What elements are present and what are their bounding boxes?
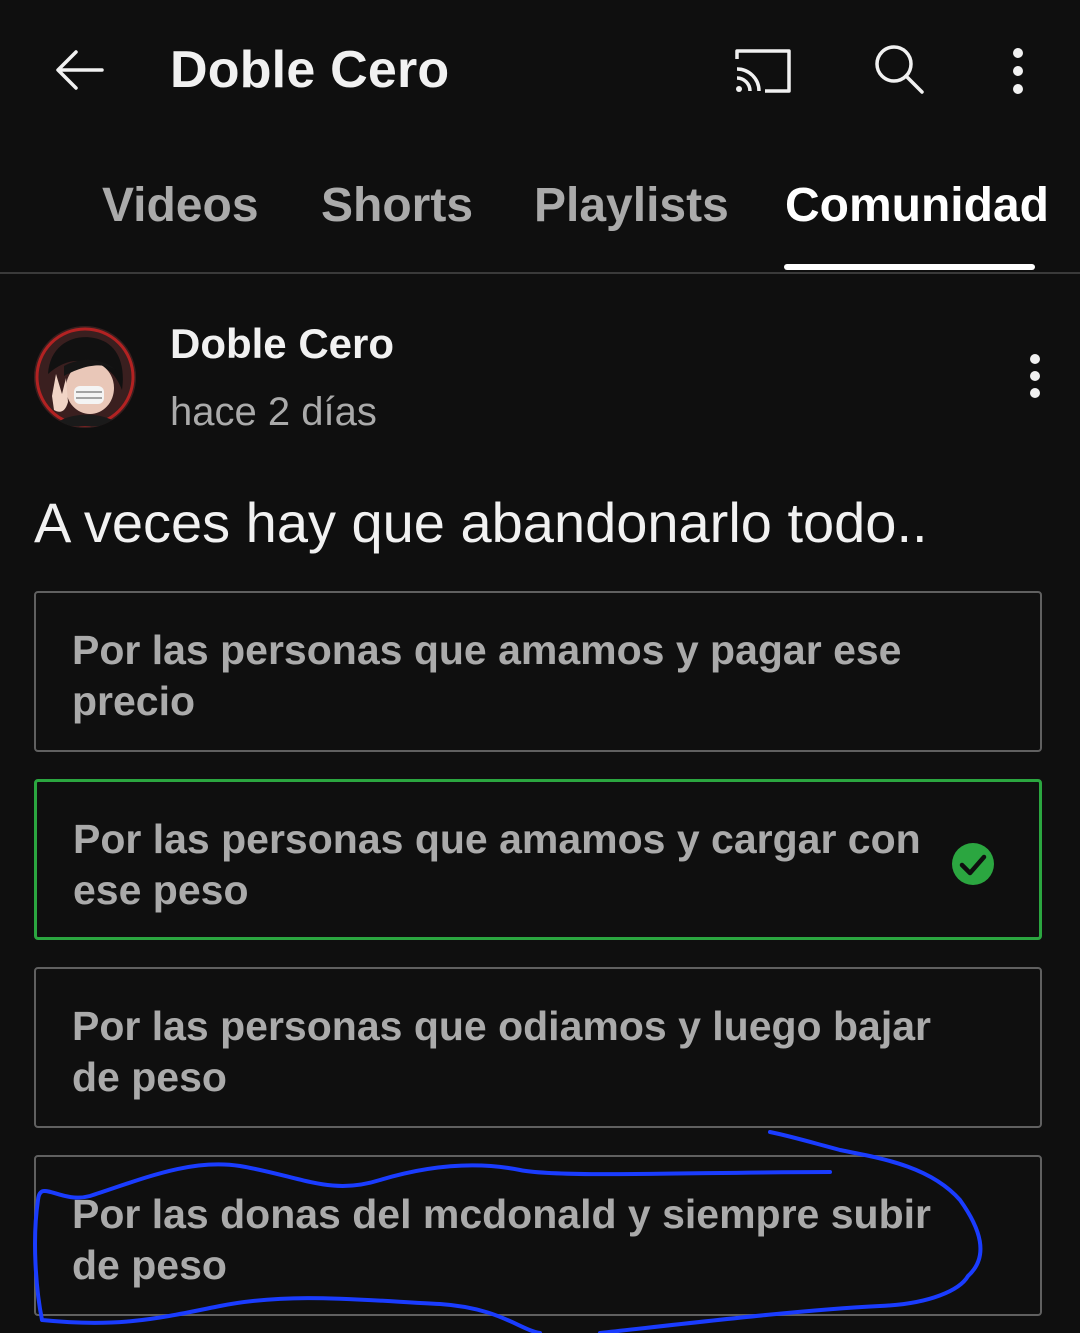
poll-option-text: Por las personas que amamos y pagar ese … (72, 627, 902, 724)
avatar[interactable] (34, 326, 136, 428)
poll-option-text: Por las personas que amamos y cargar con… (73, 816, 921, 913)
tab-shorts[interactable]: Shorts (321, 178, 473, 233)
more-vert-icon[interactable] (990, 36, 1046, 106)
poll-option-text: Por las donas del mcdonald y siempre sub… (72, 1191, 931, 1288)
poll-option[interactable]: Por las donas del mcdonald y siempre sub… (34, 1155, 1042, 1316)
channel-tabs: Videos Shorts Playlists Comunidad (0, 160, 1080, 274)
poll-option[interactable]: Por las personas que amamos y pagar ese … (34, 591, 1042, 752)
cast-icon[interactable] (725, 38, 801, 104)
poll-option-text: Por las personas que odiamos y luego baj… (72, 1003, 931, 1100)
back-arrow-icon[interactable] (45, 35, 115, 105)
post-timestamp: hace 2 días (170, 390, 377, 434)
poll-option-selected[interactable]: Por las personas que amamos y cargar con… (34, 779, 1042, 940)
post-text: A veces hay que abandonarlo todo.. (34, 491, 928, 554)
post-more-vert-icon[interactable] (1012, 346, 1058, 406)
tab-videos[interactable]: Videos (102, 178, 259, 233)
search-icon[interactable] (866, 36, 932, 102)
tab-comunidad[interactable]: Comunidad (785, 178, 1049, 233)
check-circle-icon (951, 842, 995, 886)
channel-title: Doble Cero (170, 41, 450, 99)
post-author[interactable]: Doble Cero (170, 320, 394, 368)
poll-option[interactable]: Por las personas que odiamos y luego baj… (34, 967, 1042, 1128)
tab-playlists[interactable]: Playlists (534, 178, 729, 233)
active-tab-indicator (784, 264, 1035, 270)
top-app-bar: Doble Cero (0, 0, 1080, 145)
